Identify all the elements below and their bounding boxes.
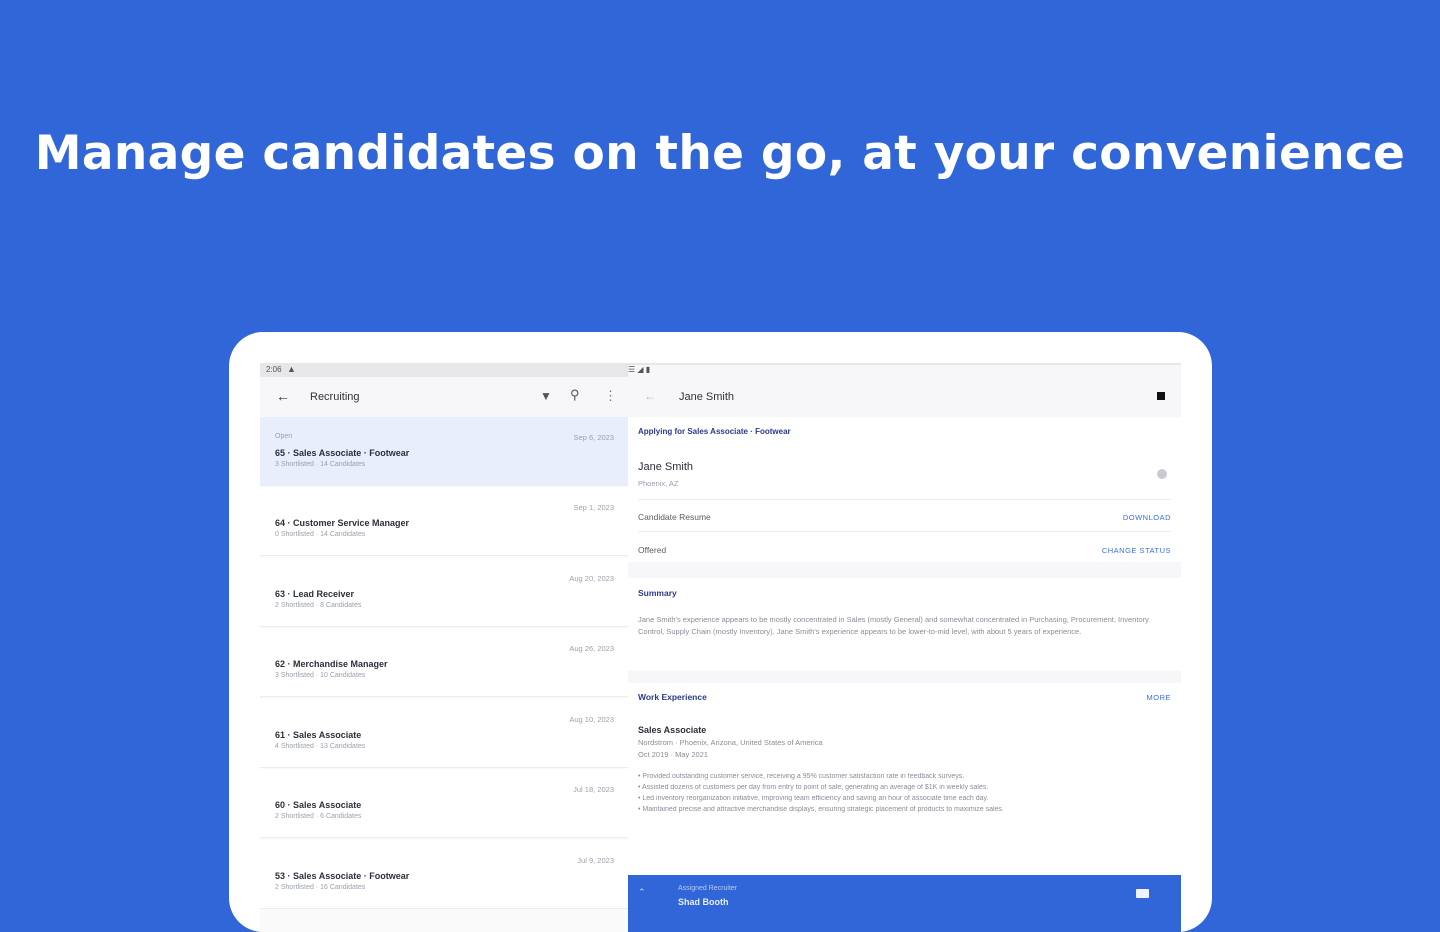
work-experience-title: Work Experience [638,692,707,702]
job-list-item[interactable]: Aug 10, 2023 61 · Sales Associate 4 Shor… [260,699,628,768]
experience-title: Sales Associate [638,725,707,735]
job-counts: 2 Shortlisted · 8 Candidates [275,602,362,609]
status-time: 2:06 [266,365,282,374]
warning-icon: ▲ [287,364,296,374]
job-list-item[interactable]: Aug 26, 2023 62 · Merchandise Manager 3 … [260,628,628,697]
divider [638,499,1171,500]
candidate-detail-pane: ← Jane Smith Applying for Sales Associat… [628,377,1181,932]
job-date: Aug 10, 2023 [569,715,614,724]
change-status-button[interactable]: CHANGE STATUS [1102,546,1171,555]
job-title: 60 · Sales Associate [275,800,362,810]
experience-bullet: • Maintained precise and attractive merc… [638,806,1004,813]
info-icon[interactable] [1157,469,1167,479]
more-vert-icon[interactable]: ⋮ [604,388,617,404]
headline: Manage candidates on the go, at your con… [34,126,1406,181]
job-list-pane: ← Recruiting ▼ ⚲ ⋮ Open Sep 6, 2023 65 ·… [260,377,628,932]
job-title: 62 · Merchandise Manager [275,659,388,669]
job-title: 53 · Sales Associate · Footwear [275,871,410,881]
job-title: 65 · Sales Associate · Footwear [275,448,410,458]
job-status: Open [275,433,293,440]
experience-bullet: • Assisted dozens of customers per day f… [638,784,989,791]
candidate-app-bar: ← Jane Smith [628,377,1181,417]
recruiter-name: Shad Booth [678,897,729,907]
status-bar: 2:06 ▲ ☰ ◢ ▮ [260,363,1181,920]
mail-icon[interactable] [1136,889,1149,898]
recruiter-label: Assigned Recruiter [678,885,738,892]
divider [638,531,1171,532]
assigned-recruiter-bar[interactable]: ⌃ Assigned Recruiter Shad Booth [628,875,1181,932]
job-counts: 2 Shortlisted · 6 Candidates [275,813,362,820]
applying-for: Applying for Sales Associate · Footwear [638,427,791,436]
job-date: Jul 9, 2023 [577,856,614,865]
summary-title: Summary [638,588,677,598]
job-counts: 4 Shortlisted · 13 Candidates [275,743,366,750]
job-date: Jul 18, 2023 [573,785,614,794]
app-screen: 2:06 ▲ ☰ ◢ ▮ ← Recruiting ▼ ⚲ ⋮ Open Sep… [260,363,1181,932]
job-title: 64 · Customer Service Manager [275,518,410,528]
job-list-item[interactable]: Open Sep 6, 2023 65 · Sales Associate · … [260,417,628,486]
filter-icon[interactable]: ▼ [540,389,552,403]
job-list-item[interactable]: Jul 9, 2023 53 · Sales Associate · Footw… [260,840,628,909]
job-list-app-bar: ← Recruiting ▼ ⚲ ⋮ [260,377,628,417]
job-date: Aug 26, 2023 [569,644,614,653]
job-title: 61 · Sales Associate [275,730,362,740]
candidate-name: Jane Smith [638,461,694,473]
job-counts: 3 Shortlisted · 14 Candidates [275,461,366,468]
experience-bullet: • Led inventory reorganization initiativ… [638,795,989,802]
candidate-header-name: Jane Smith [679,391,735,403]
arrow-left-icon[interactable]: ← [644,389,656,403]
job-date: Aug 20, 2023 [569,574,614,583]
chevron-up-icon[interactable]: ⌃ [638,887,646,898]
download-button[interactable]: DOWNLOAD [1123,513,1171,522]
tablet-frame: 2:06 ▲ ☰ ◢ ▮ ← Recruiting ▼ ⚲ ⋮ Open Sep… [229,332,1212,932]
summary-text: Jane Smith's experience appears to be mo… [638,615,1149,636]
more-button[interactable]: MORE [1147,693,1172,702]
search-icon[interactable]: ⚲ [570,387,580,403]
job-counts: 3 Shortlisted · 10 Candidates [275,672,366,679]
work-experience-card: Work Experience MORE Sales Associate Nor… [628,683,1181,875]
job-list-item[interactable]: Jul 18, 2023 60 · Sales Associate 2 Shor… [260,769,628,838]
job-date: Sep 1, 2023 [573,503,614,512]
job-list-item[interactable]: Aug 20, 2023 63 · Lead Receiver 2 Shortl… [260,558,628,627]
resume-label: Candidate Resume [638,512,711,522]
job-counts: 2 Shortlisted · 16 Candidates [275,884,366,891]
app-bar-title: Recruiting [310,391,360,403]
job-title: 63 · Lead Receiver [275,589,355,599]
stop-icon[interactable] [1157,392,1165,400]
candidate-location: Phoenix, AZ [638,479,679,488]
job-list-item[interactable]: Sep 1, 2023 64 · Customer Service Manage… [260,487,628,556]
experience-dates: Oct 2019 · May 2021 [638,750,709,759]
summary-card: Summary Jane Smith's experience appears … [628,578,1181,671]
job-date: Sep 6, 2023 [573,433,614,442]
experience-company: Nordstrom · Phoenix, Arizona, United Sta… [638,738,823,747]
experience-bullet: • Provided outstanding customer service,… [638,773,965,780]
job-counts: 0 Shortlisted · 14 Candidates [275,531,366,538]
arrow-left-icon[interactable]: ← [276,388,290,404]
status-label: Offered [638,545,667,555]
candidate-card: Applying for Sales Associate · Footwear … [628,417,1181,562]
